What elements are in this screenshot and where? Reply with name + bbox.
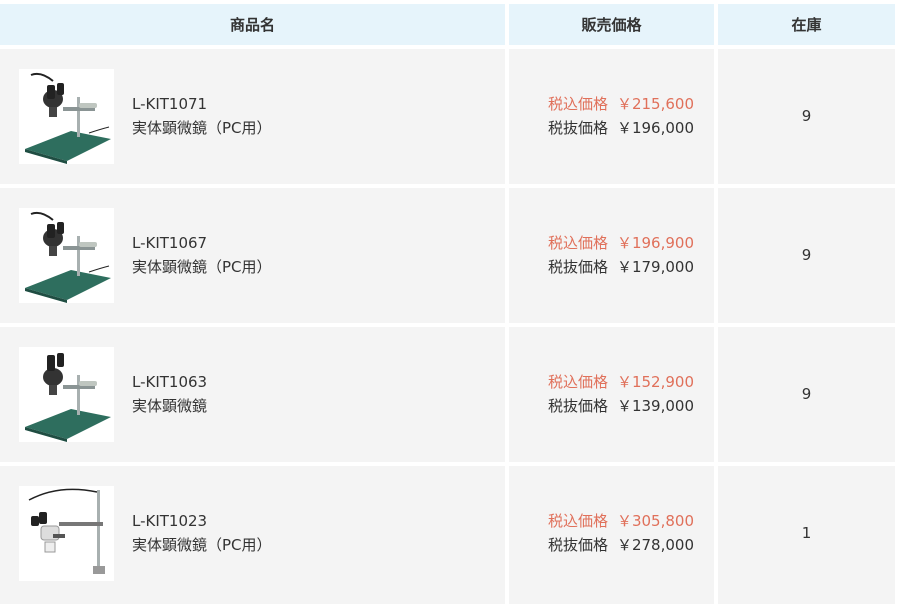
table-row-product-cell: L-KIT1063 実体顕微鏡 [0,327,505,462]
tax-ex-label: 税抜価格 [547,258,608,276]
table-row-product-cell: L-KIT1071 実体顕微鏡（PC用） [0,49,505,184]
table-row-stock-cell: 9 [718,188,895,323]
product-table: 商品名 販売価格 在庫 L-KIT1071 実体顕微鏡（PC用） 税込価格 ￥2… [0,0,901,604]
product-image-microscope[interactable] [19,69,114,164]
tax-ex-price: ￥278,000 [616,536,694,554]
tax-in-price: ￥196,900 [616,234,694,252]
tax-in-price: ￥215,600 [616,95,694,113]
price-block: 税込価格 ￥196,900 税抜価格 ￥179,000 [548,231,694,279]
product-model[interactable]: L-KIT1071 [132,92,272,116]
product-info: L-KIT1063 実体顕微鏡 [132,370,207,418]
table-row-price-cell: 税込価格 ￥152,900 税抜価格 ￥139,000 [509,327,714,462]
tax-ex-label: 税抜価格 [547,397,608,415]
product-info: L-KIT1023 実体顕微鏡（PC用） [132,509,272,557]
table-row-stock-cell: 1 [718,466,895,604]
product-info: L-KIT1071 実体顕微鏡（PC用） [132,92,272,140]
product-name[interactable]: 実体顕微鏡（PC用） [132,255,272,279]
header-product-name: 商品名 [0,4,505,45]
tax-in-label: 税込価格 [547,95,608,113]
tax-in-price: ￥305,800 [616,512,694,530]
price-block: 税込価格 ￥305,800 税抜価格 ￥278,000 [548,509,694,557]
tax-in-label: 税込価格 [547,512,608,530]
product-model[interactable]: L-KIT1067 [132,231,272,255]
table-row-stock-cell: 9 [718,327,895,462]
stock-count: 9 [801,385,812,403]
table-row-stock-cell: 9 [718,49,895,184]
tax-ex-label: 税抜価格 [547,536,608,554]
stock-count: 9 [801,246,812,264]
stock-count: 9 [801,107,812,125]
tax-in-price: ￥152,900 [616,373,694,391]
tax-ex-price: ￥179,000 [616,258,694,276]
product-image-microscope[interactable] [19,486,114,581]
price-block: 税込価格 ￥215,600 税抜価格 ￥196,000 [548,92,694,140]
product-image-microscope[interactable] [19,208,114,303]
table-row-price-cell: 税込価格 ￥196,900 税抜価格 ￥179,000 [509,188,714,323]
header-stock: 在庫 [718,4,895,45]
price-block: 税込価格 ￥152,900 税抜価格 ￥139,000 [548,370,694,418]
table-row-price-cell: 税込価格 ￥215,600 税抜価格 ￥196,000 [509,49,714,184]
stock-count: 1 [801,524,812,542]
product-model[interactable]: L-KIT1063 [132,370,207,394]
product-name[interactable]: 実体顕微鏡 [132,394,207,418]
tax-ex-label: 税抜価格 [547,119,608,137]
product-image-microscope[interactable] [19,347,114,442]
tax-in-label: 税込価格 [547,234,608,252]
table-row-product-cell: L-KIT1023 実体顕微鏡（PC用） [0,466,505,604]
product-name[interactable]: 実体顕微鏡（PC用） [132,533,272,557]
tax-ex-price: ￥139,000 [616,397,694,415]
header-price: 販売価格 [509,4,714,45]
product-name[interactable]: 実体顕微鏡（PC用） [132,116,272,140]
product-model[interactable]: L-KIT1023 [132,509,272,533]
table-row-product-cell: L-KIT1067 実体顕微鏡（PC用） [0,188,505,323]
product-info: L-KIT1067 実体顕微鏡（PC用） [132,231,272,279]
table-row-price-cell: 税込価格 ￥305,800 税抜価格 ￥278,000 [509,466,714,604]
tax-ex-price: ￥196,000 [616,119,694,137]
tax-in-label: 税込価格 [547,373,608,391]
